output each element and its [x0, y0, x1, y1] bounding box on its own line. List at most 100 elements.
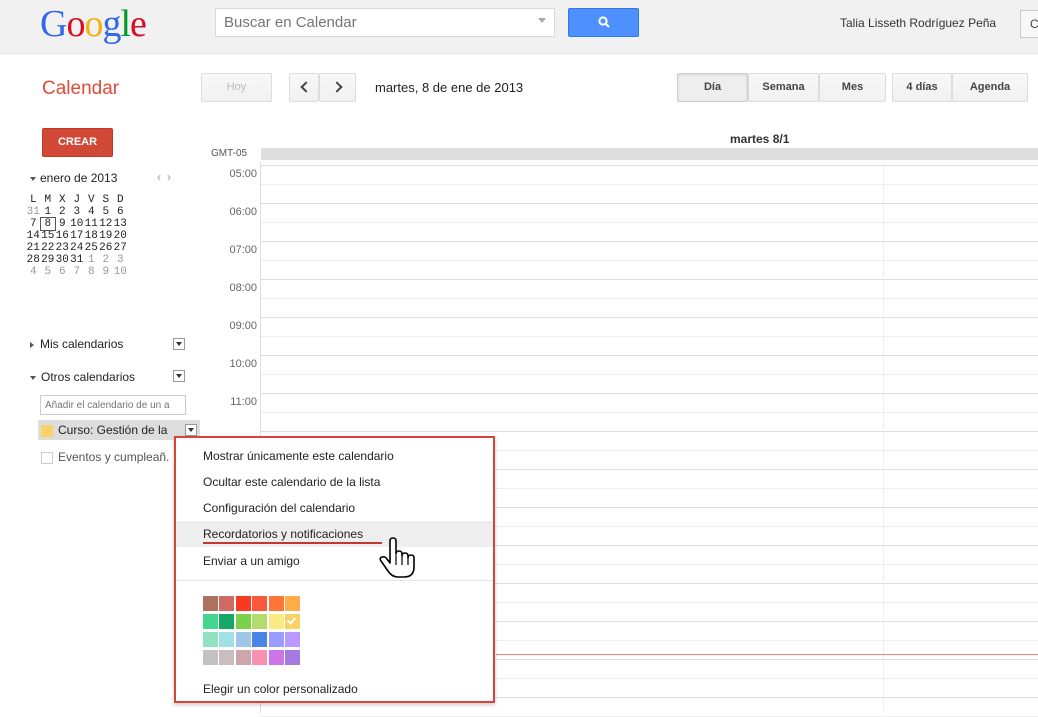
add-calendar-input[interactable]: [40, 395, 186, 415]
menu-item-hide-calendar[interactable]: Ocultar este calendario de la lista: [176, 469, 493, 495]
mini-day[interactable]: 30: [55, 254, 70, 266]
color-swatch[interactable]: [284, 614, 300, 629]
mini-day[interactable]: 18: [84, 230, 99, 242]
mini-day[interactable]: 13: [113, 218, 128, 230]
color-swatch[interactable]: [219, 614, 235, 629]
mini-day[interactable]: 19: [99, 230, 114, 242]
color-swatch[interactable]: [268, 596, 284, 611]
mini-day[interactable]: 7: [70, 266, 85, 278]
mini-day[interactable]: 12: [99, 218, 114, 230]
color-swatch[interactable]: [284, 650, 300, 665]
mini-day[interactable]: 10: [113, 266, 128, 278]
mini-day[interactable]: 20: [113, 230, 128, 242]
mini-day[interactable]: 14: [26, 230, 41, 242]
mini-day[interactable]: 10: [70, 218, 85, 230]
color-swatch[interactable]: [268, 632, 284, 647]
color-swatch[interactable]: [219, 596, 235, 611]
color-swatch[interactable]: [235, 614, 251, 629]
menu-item-show-only[interactable]: Mostrar únicamente este calendario: [176, 443, 493, 469]
mini-day[interactable]: 5: [41, 266, 56, 278]
mini-day[interactable]: 9: [55, 218, 70, 230]
mini-day[interactable]: 29: [41, 254, 56, 266]
mini-day[interactable]: 2: [55, 206, 70, 218]
mini-prev-icon[interactable]: ‹: [157, 170, 167, 184]
color-swatch[interactable]: [268, 614, 284, 629]
mini-day[interactable]: 9: [99, 266, 114, 278]
color-swatch[interactable]: [252, 596, 268, 611]
mini-day[interactable]: 21: [26, 242, 41, 254]
mini-day[interactable]: 3: [113, 254, 128, 266]
color-swatch[interactable]: [252, 632, 268, 647]
all-day-row[interactable]: [261, 148, 1038, 160]
mini-day[interactable]: 25: [84, 242, 99, 254]
user-name[interactable]: Talia Lisseth Rodríguez Peña: [840, 16, 996, 30]
view-month-tab[interactable]: Mes: [819, 73, 886, 102]
mini-day[interactable]: 28: [26, 254, 41, 266]
mini-day[interactable]: 15: [41, 230, 56, 242]
calendar-item-eventos[interactable]: Eventos y cumpleañ.: [38, 447, 169, 467]
mini-day[interactable]: 8: [84, 266, 99, 278]
search-button[interactable]: [568, 8, 639, 37]
mini-day[interactable]: 26: [99, 242, 114, 254]
mini-day[interactable]: 7: [26, 218, 41, 230]
menu-item-send-to-friend[interactable]: Enviar a un amigo: [176, 548, 493, 574]
search-box[interactable]: [215, 8, 555, 37]
mini-next-icon[interactable]: ›: [167, 170, 177, 184]
color-swatch[interactable]: [284, 632, 300, 647]
calendar-options-dropdown[interactable]: [185, 424, 197, 436]
color-swatch[interactable]: [203, 650, 218, 665]
color-swatch[interactable]: [268, 650, 284, 665]
mini-day[interactable]: 6: [55, 266, 70, 278]
color-swatch[interactable]: [219, 650, 235, 665]
mini-day[interactable]: 8: [39, 217, 56, 231]
user-menu-button[interactable]: C: [1020, 10, 1038, 38]
mini-day[interactable]: 1: [41, 206, 56, 218]
mini-day[interactable]: 2: [99, 254, 114, 266]
my-calendars-dropdown[interactable]: [173, 338, 185, 350]
view-4days-tab[interactable]: 4 días: [892, 73, 952, 102]
view-week-tab[interactable]: Semana: [748, 73, 819, 102]
mini-day[interactable]: 4: [26, 266, 41, 278]
previous-button[interactable]: [289, 73, 319, 102]
mini-day[interactable]: 16: [55, 230, 70, 242]
color-swatch[interactable]: [235, 632, 251, 647]
color-swatch[interactable]: [235, 650, 251, 665]
mini-day[interactable]: 17: [70, 230, 85, 242]
mini-day[interactable]: 23: [55, 242, 70, 254]
mini-day[interactable]: 31: [26, 206, 41, 218]
other-calendars-header[interactable]: Otros calendarios: [30, 370, 135, 384]
color-swatch[interactable]: [203, 596, 218, 611]
other-calendars-dropdown[interactable]: [173, 370, 185, 382]
color-swatch[interactable]: [252, 614, 268, 629]
menu-item-custom-color[interactable]: Elegir un color personalizado: [176, 676, 493, 702]
mini-day[interactable]: 1: [84, 254, 99, 266]
my-calendars-header[interactable]: Mis calendarios: [30, 337, 123, 351]
mini-calendar-header[interactable]: enero de 2013: [30, 171, 117, 185]
mini-day[interactable]: 22: [41, 242, 56, 254]
color-swatch[interactable]: [203, 614, 218, 629]
color-swatch[interactable]: [252, 650, 268, 665]
next-button[interactable]: [319, 73, 356, 102]
menu-item-calendar-settings[interactable]: Configuración del calendario: [176, 495, 493, 521]
mini-calendar-nav[interactable]: ‹›: [157, 170, 177, 184]
create-button[interactable]: CREAR: [42, 128, 113, 157]
today-button[interactable]: Hoy: [201, 73, 272, 102]
color-swatch[interactable]: [203, 632, 218, 647]
search-input[interactable]: [216, 9, 516, 36]
color-swatch[interactable]: [219, 632, 235, 647]
mini-day[interactable]: 31: [70, 254, 85, 266]
mini-day[interactable]: 3: [70, 206, 85, 218]
mini-day[interactable]: 27: [113, 242, 128, 254]
view-agenda-tab[interactable]: Agenda: [952, 73, 1028, 102]
mini-day[interactable]: 4: [84, 206, 99, 218]
mini-day[interactable]: 5: [99, 206, 114, 218]
color-swatch[interactable]: [284, 596, 300, 611]
mini-day[interactable]: 11: [84, 218, 99, 230]
google-logo[interactable]: Google: [40, 2, 147, 46]
color-swatch[interactable]: [235, 596, 251, 611]
day-header[interactable]: martes 8/1: [730, 132, 789, 146]
search-options-chevron-icon[interactable]: [538, 18, 546, 23]
mini-day[interactable]: 24: [70, 242, 85, 254]
mini-day[interactable]: 6: [113, 206, 128, 218]
view-day-tab[interactable]: Día: [677, 73, 748, 102]
